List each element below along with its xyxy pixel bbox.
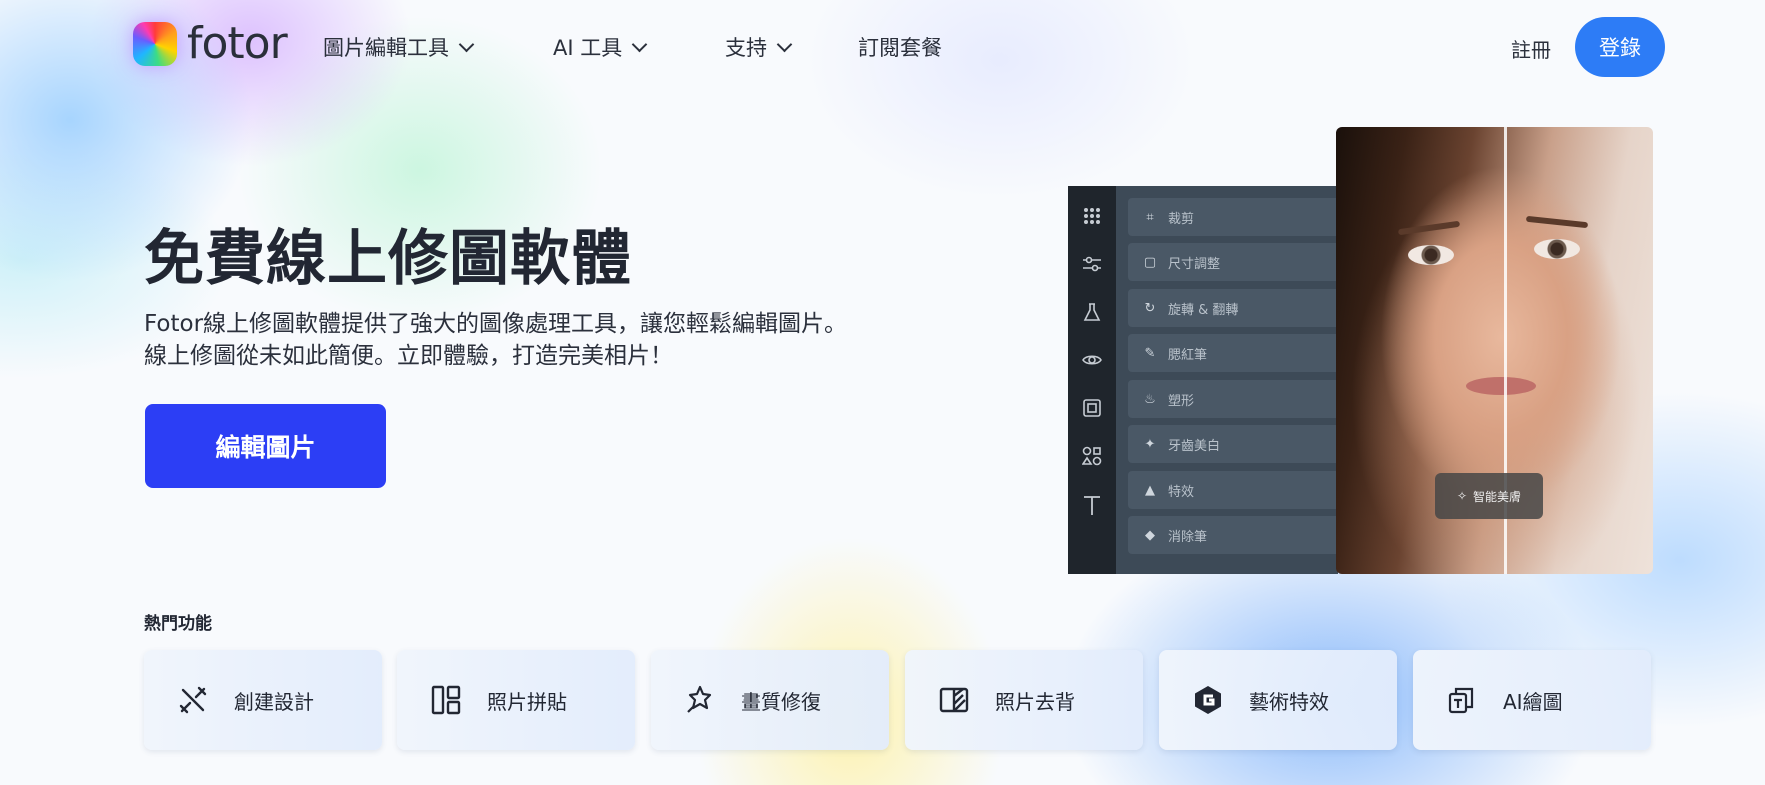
design-icon bbox=[176, 683, 210, 717]
top-nav: fotor 圖片編輯工具 AI 工具 支持 訂閱套餐 註冊 登錄 bbox=[0, 0, 1765, 95]
tool-blush[interactable]: ✎ 腮紅筆 bbox=[1128, 334, 1338, 372]
hero-description: Fotor線上修圖軟體提供了強大的圖像處理工具，讓您輕鬆編輯圖片。 線上修圖從未… bbox=[144, 308, 914, 372]
tool-eraser[interactable]: ◆ 消除筆 bbox=[1128, 516, 1338, 554]
text-icon bbox=[1082, 494, 1102, 515]
chevron-down-icon bbox=[458, 36, 475, 52]
tool-effects[interactable]: ▲ 特效 bbox=[1128, 471, 1338, 509]
hero-description-line-1: Fotor線上修圖軟體提供了強大的圖像處理工具，讓您輕鬆編輯圖片。 bbox=[144, 311, 848, 337]
nav-item-label: 訂閱套餐 bbox=[858, 36, 942, 60]
tool-crop[interactable]: ⌗ 裁剪 bbox=[1128, 198, 1338, 236]
eraser-icon: ◆ bbox=[1145, 527, 1155, 543]
right-eyebrow bbox=[1525, 215, 1589, 229]
nav-support[interactable]: 支持 bbox=[725, 32, 793, 62]
feature-label: 創建設計 bbox=[234, 689, 314, 714]
feature-label: AI繪圖 bbox=[1503, 689, 1563, 714]
feature-card-enhance[interactable]: 畫質修復 bbox=[651, 650, 889, 750]
lips bbox=[1466, 377, 1536, 395]
tool-label: 腮紅筆 bbox=[1168, 347, 1208, 363]
enhance-icon bbox=[683, 683, 717, 717]
nav-pricing[interactable]: 訂閱套餐 bbox=[858, 32, 942, 62]
sparkle-brush-icon: ✧ bbox=[1456, 489, 1468, 503]
flask-icon bbox=[1082, 302, 1102, 322]
logo-wordmark: fotor bbox=[187, 18, 288, 69]
art-effect-icon bbox=[1191, 683, 1225, 717]
smart-skin-chip[interactable]: ✧ 智能美膚 bbox=[1435, 473, 1543, 519]
tool-label: 特效 bbox=[1168, 484, 1195, 500]
nav-item-label: 圖片編輯工具 bbox=[323, 36, 449, 60]
right-eye bbox=[1534, 239, 1580, 259]
teeth-icon: ✦ bbox=[1144, 436, 1156, 452]
resize-icon: ▢ bbox=[1143, 254, 1157, 270]
collage-icon bbox=[429, 683, 463, 717]
shapes-icon bbox=[1081, 446, 1102, 466]
feature-card-create-design[interactable]: 創建設計 bbox=[144, 650, 382, 750]
feature-label: 照片拼貼 bbox=[487, 689, 567, 714]
nav-item-label: 支持 bbox=[725, 36, 767, 60]
frame-icon bbox=[1082, 398, 1102, 418]
tool-reshape[interactable]: ♨ 塑形 bbox=[1128, 380, 1338, 418]
tool-label: 牙齒美白 bbox=[1168, 438, 1221, 454]
login-button[interactable]: 登錄 bbox=[1575, 17, 1665, 77]
chevron-down-icon bbox=[776, 36, 793, 52]
signup-link[interactable]: 註冊 bbox=[1511, 34, 1551, 63]
tool-resize[interactable]: ▢ 尺寸調整 bbox=[1128, 243, 1338, 281]
feature-card-ai-drawing[interactable]: AI繪圖 bbox=[1413, 650, 1651, 750]
feature-card-remove-background[interactable]: 照片去背 bbox=[905, 650, 1143, 750]
crop-icon: ⌗ bbox=[1146, 209, 1154, 225]
fotor-logo-icon bbox=[133, 22, 177, 66]
blush-icon: ✎ bbox=[1144, 345, 1156, 361]
tool-label: 消除筆 bbox=[1168, 529, 1208, 545]
feature-card-photo-collage[interactable]: 照片拼貼 bbox=[397, 650, 635, 750]
chip-label: 智能美膚 bbox=[1473, 489, 1522, 504]
feature-label: 照片去背 bbox=[995, 689, 1075, 714]
hero-description-line-2: 線上修圖從未如此簡便。立即體驗，打造完美相片！ bbox=[144, 343, 673, 369]
editor-preview-panel: ⌗ 裁剪 ▢ 尺寸調整 ↻ 旋轉 & 翻轉 ✎ 腮紅筆 ♨ 塑形 ✦ 牙齒美白 … bbox=[1068, 186, 1338, 574]
tool-teeth-whitening[interactable]: ✦ 牙齒美白 bbox=[1128, 425, 1338, 463]
effects-icon: ▲ bbox=[1145, 482, 1155, 498]
sliders-icon bbox=[1082, 254, 1102, 274]
tool-label: 塑形 bbox=[1168, 393, 1195, 409]
fotor-logo[interactable]: fotor bbox=[133, 18, 288, 69]
left-eye bbox=[1408, 245, 1454, 265]
editor-icon-rail bbox=[1068, 186, 1116, 574]
nav-item-label: AI 工具 bbox=[553, 36, 623, 60]
apps-icon bbox=[1082, 206, 1102, 226]
nav-ai-tools[interactable]: AI 工具 bbox=[553, 32, 648, 62]
ai-drawing-icon bbox=[1445, 683, 1479, 717]
edit-image-button[interactable]: 編輯圖片 bbox=[145, 404, 386, 488]
tool-rotate[interactable]: ↻ 旋轉 & 翻轉 bbox=[1128, 289, 1338, 327]
eye-icon bbox=[1082, 350, 1102, 370]
before-after-portrait: ✧ 智能美膚 bbox=[1336, 127, 1653, 574]
chevron-down-icon bbox=[631, 36, 648, 52]
hot-features-title: 熱門功能 bbox=[144, 614, 212, 634]
reshape-icon: ♨ bbox=[1144, 391, 1156, 407]
feature-label: 藝術特效 bbox=[1249, 689, 1329, 714]
tool-label: 旋轉 & 翻轉 bbox=[1168, 302, 1239, 318]
rotate-icon: ↻ bbox=[1144, 300, 1156, 316]
feature-card-art-effects[interactable]: 藝術特效 bbox=[1159, 650, 1397, 750]
tool-label: 尺寸調整 bbox=[1168, 256, 1221, 272]
page-title: 免費線上修圖軟體 bbox=[144, 224, 632, 294]
left-eyebrow bbox=[1397, 220, 1461, 236]
tool-label: 裁剪 bbox=[1168, 211, 1195, 227]
nav-image-editing-tools[interactable]: 圖片編輯工具 bbox=[323, 32, 475, 62]
remove-bg-icon bbox=[937, 683, 971, 717]
feature-label: 畫質修復 bbox=[741, 689, 821, 714]
